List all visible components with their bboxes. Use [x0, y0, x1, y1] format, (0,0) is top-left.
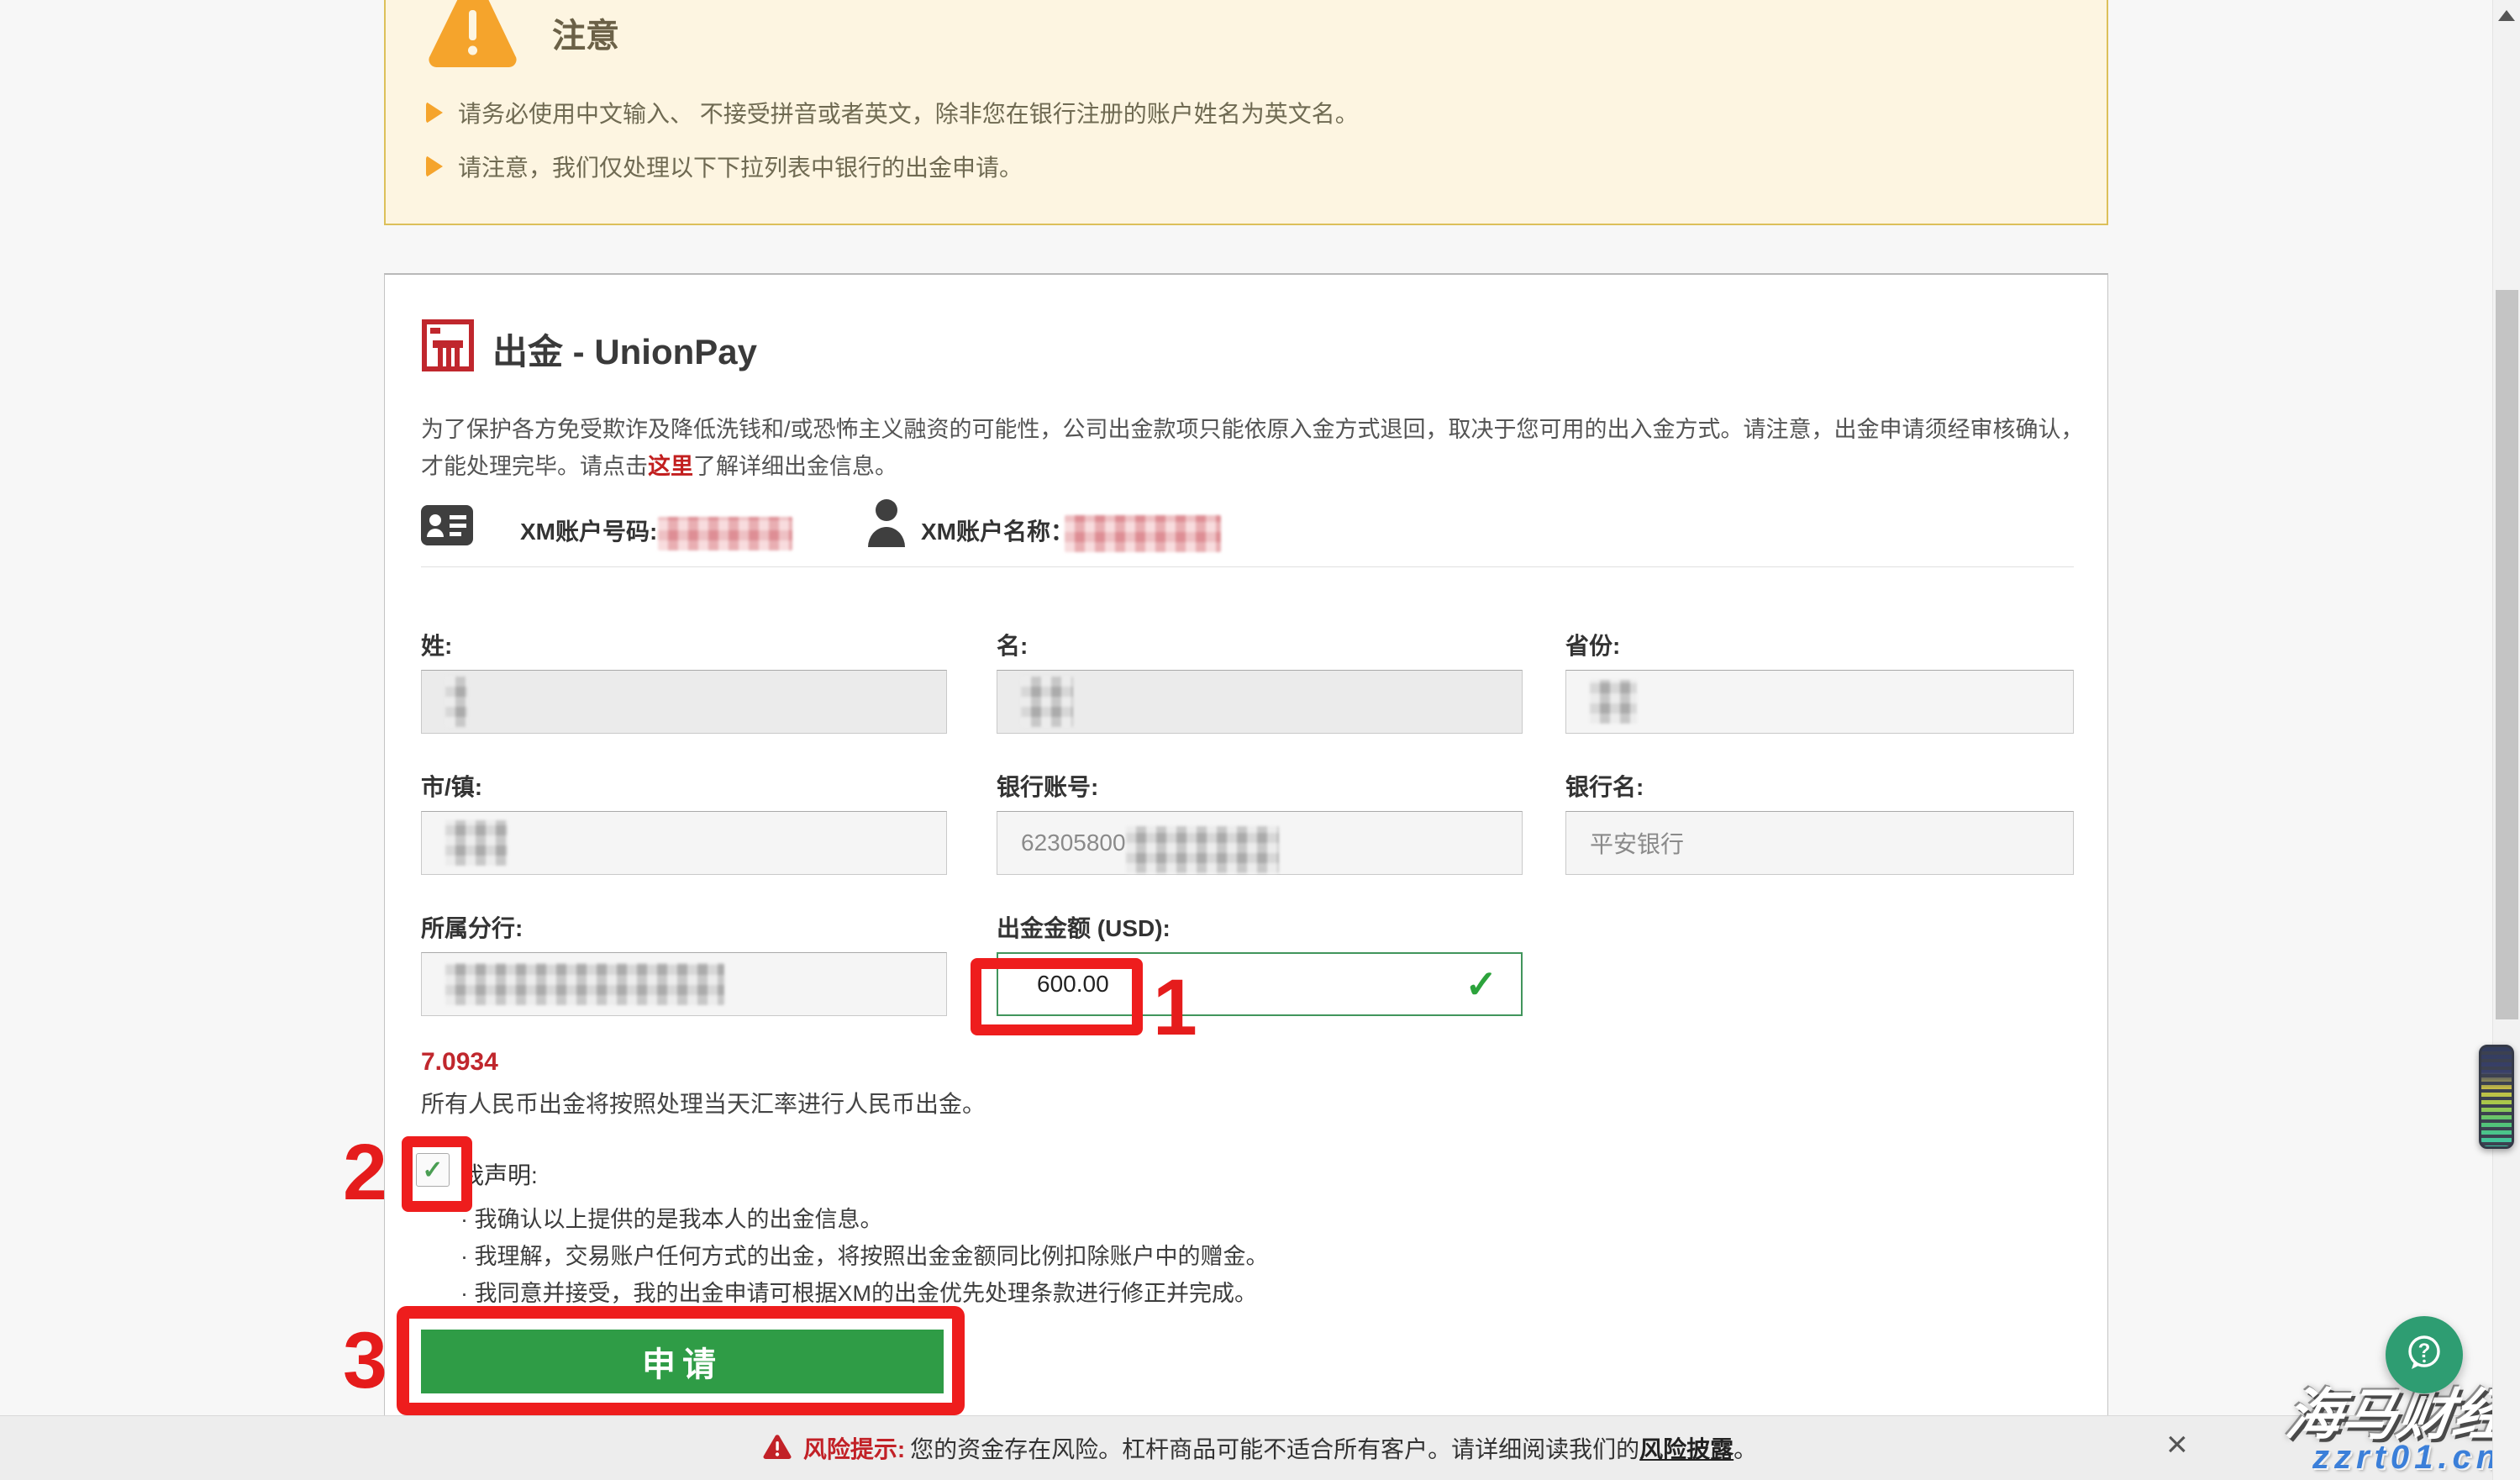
declaration-item: · 我确认以上提供的是我本人的出金信息。	[460, 1201, 883, 1234]
annotation-box-submit	[397, 1306, 965, 1415]
redacted-value	[445, 820, 508, 866]
divider	[421, 566, 2074, 567]
bank-account-value: 62305800	[1021, 830, 1126, 856]
scroll-minimap-widget[interactable]	[2479, 1045, 2514, 1149]
risk-label: 风险提示:	[803, 1431, 905, 1465]
scrollbar-thumb[interactable]	[2496, 290, 2518, 1019]
help-button[interactable]: ?	[2386, 1316, 2463, 1393]
risk-disclosure-link[interactable]: 风险披露	[1639, 1431, 1733, 1465]
account-number-label: XM账户号码:	[520, 514, 657, 547]
scrollbar-up-arrow-icon[interactable]	[2498, 10, 2515, 21]
redacted-value	[445, 677, 467, 727]
last-name-input[interactable]	[421, 670, 947, 734]
field-label-branch: 所属分行:	[421, 910, 947, 944]
risk-tail: 。	[1733, 1431, 1757, 1465]
field-label-amount: 出金金额 (USD):	[997, 910, 1523, 944]
redacted-value	[1021, 677, 1073, 727]
annotation-step-2: 2	[343, 1133, 387, 1213]
field-label-city: 市/镇:	[421, 769, 947, 803]
notice-bullets: 请务必使用中文输入、 不接受拼音或者英文，除非您在银行注册的账户姓名为英文名。 …	[426, 96, 1359, 203]
warning-triangle-icon	[426, 0, 518, 71]
valid-check-icon: ✓	[1465, 961, 1497, 1007]
redacted-value	[1126, 826, 1279, 873]
account-name-redacted	[1065, 515, 1221, 552]
field-label-bank-name: 银行名:	[1565, 769, 2074, 803]
exchange-rate: 7.0934	[421, 1048, 498, 1077]
withdrawal-card: 出金 - UnionPay 为了保护各方免受欺诈及降低洗钱和/或恐怖主义融资的可…	[384, 273, 2108, 1416]
bank-name-input[interactable]: 平安银行	[1565, 811, 2074, 875]
first-name-input[interactable]	[997, 670, 1523, 734]
notice-box: 注意 请务必使用中文输入、 不接受拼音或者英文，除非您在银行注册的账户姓名为英文…	[384, 0, 2108, 225]
unionpay-bank-icon	[421, 319, 475, 377]
page-title: 出金 - UnionPay	[492, 324, 757, 375]
question-bubble-icon: ?	[2401, 1330, 2448, 1381]
field-label-bank-account: 银行账号:	[997, 769, 1523, 803]
risk-warning-icon	[763, 1434, 792, 1463]
withdrawal-page: 注意 请务必使用中文输入、 不接受拼音或者英文，除非您在银行注册的账户姓名为英文…	[0, 0, 2520, 1480]
declaration-item: · 我同意并接受，我的出金申请可根据XM的出金优先处理条款进行修正并完成。	[460, 1275, 1257, 1308]
redacted-value	[445, 963, 724, 1005]
account-row: XM账户号码: XM账户名称：	[421, 495, 2074, 554]
id-card-icon	[421, 505, 473, 550]
field-label-last-name: 姓:	[421, 628, 947, 661]
annotation-step-3: 3	[343, 1321, 387, 1401]
bank-account-input[interactable]: 62305800	[997, 811, 1523, 875]
redacted-value	[1590, 680, 1637, 724]
branch-input[interactable]	[421, 952, 947, 1016]
svg-text:?: ?	[2418, 1340, 2431, 1362]
annotation-box-checkbox	[402, 1136, 472, 1212]
account-name-label: XM账户名称：	[921, 514, 1074, 547]
intro-paragraph: 为了保护各方免受欺诈及降低洗钱和/或恐怖主义融资的可能性，公司出金款项只能依原入…	[421, 411, 2089, 485]
notice-bullet-row: 请务必使用中文输入、 不接受拼音或者英文，除非您在银行注册的账户姓名为英文名。	[426, 96, 1359, 129]
bullet-arrow-icon	[426, 155, 443, 177]
risk-text: 您的资金存在风险。杠杆商品可能不适合所有客户。请详细阅读我们的	[910, 1431, 1639, 1465]
notice-bullet-text: 请注意，我们仅处理以下下拉列表中银行的出金申请。	[458, 150, 1023, 183]
annotation-box-amount	[971, 958, 1143, 1035]
close-icon[interactable]: ×	[2166, 1426, 2188, 1463]
here-link[interactable]: 这里	[648, 454, 693, 479]
watermark-url: zzrt01.cn	[2312, 1439, 2502, 1477]
exchange-rate-note: 所有人民币出金将按照处理当天汇率进行人民币出金。	[421, 1086, 986, 1119]
bullet-arrow-icon	[426, 102, 443, 124]
annotation-step-1: 1	[1153, 968, 1197, 1048]
notice-title: 注意	[552, 8, 619, 57]
notice-bullet-row: 请注意，我们仅处理以下下拉列表中银行的出金申请。	[426, 150, 1359, 183]
risk-warning-bar: 风险提示: 您的资金存在风险。杠杆商品可能不适合所有客户。请详细阅读我们的 风险…	[0, 1415, 2520, 1480]
intro-tail: 了解详细出金信息。	[693, 454, 897, 479]
province-input[interactable]	[1565, 670, 2074, 734]
notice-bullet-text: 请务必使用中文输入、 不接受拼音或者英文，除非您在银行注册的账户姓名为英文名。	[458, 96, 1359, 129]
field-label-first-name: 名:	[997, 628, 1523, 661]
account-number-redacted	[658, 517, 792, 550]
bank-name-value: 平安银行	[1590, 826, 1684, 860]
city-input[interactable]	[421, 811, 947, 875]
declaration-item: · 我理解，交易账户任何方式的出金，将按照出金金额同比例扣除账户中的赠金。	[460, 1238, 1269, 1271]
field-label-province: 省份:	[1565, 628, 2074, 661]
person-icon	[865, 497, 908, 555]
